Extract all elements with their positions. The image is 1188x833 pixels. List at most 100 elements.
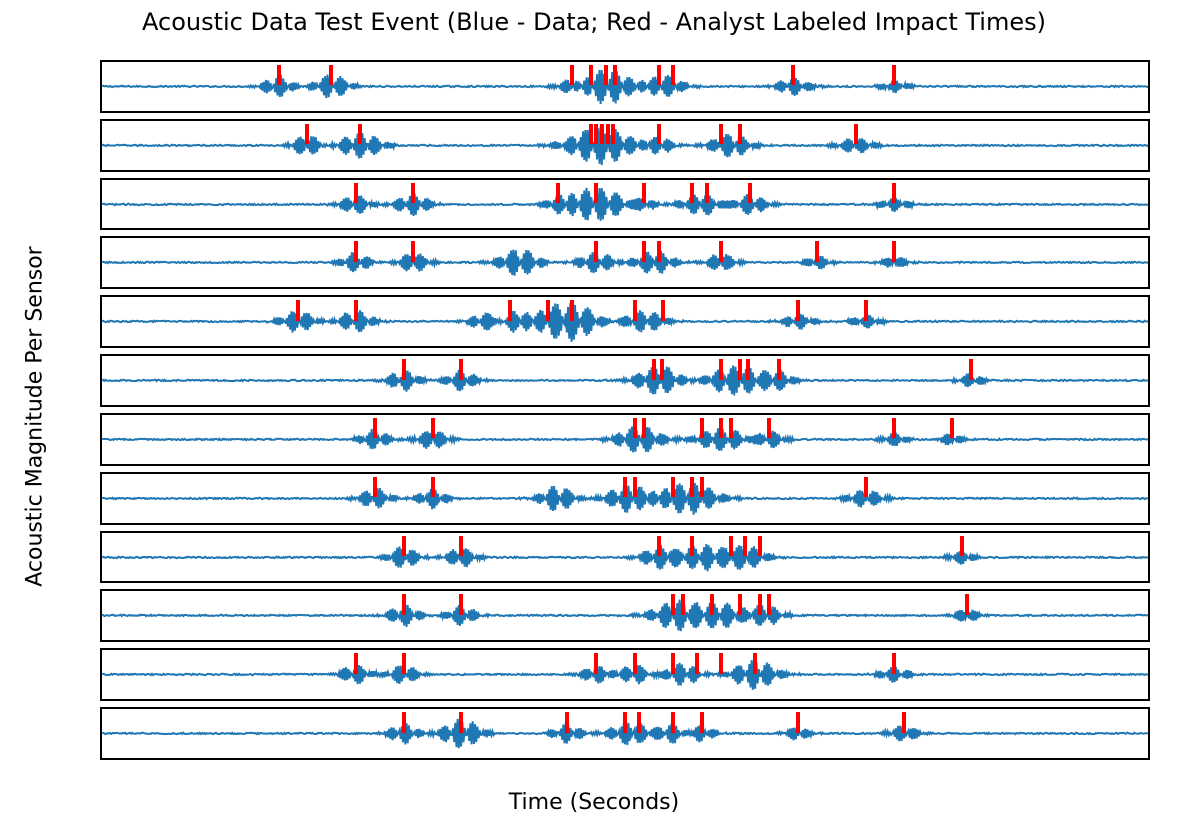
waveform-7: [102, 415, 1148, 464]
impact-marker: [411, 183, 415, 204]
impact-marker: [777, 359, 781, 380]
impact-marker: [671, 653, 675, 674]
impact-marker: [700, 712, 704, 733]
impact-marker: [606, 124, 610, 145]
impact-marker: [411, 241, 415, 262]
impact-marker: [633, 653, 637, 674]
waveform-9: [102, 533, 1148, 582]
impact-marker: [690, 477, 694, 498]
impact-marker: [459, 594, 463, 615]
impact-marker: [854, 124, 858, 145]
sensor-panel-12: [100, 707, 1150, 760]
impact-marker: [758, 536, 762, 557]
impact-marker: [661, 300, 665, 321]
waveform-1: [102, 62, 1148, 111]
waveform-10: [102, 591, 1148, 640]
impact-marker: [373, 418, 377, 439]
impact-marker: [589, 65, 593, 86]
impact-marker: [594, 183, 598, 204]
impact-marker: [589, 124, 593, 145]
impact-marker: [815, 241, 819, 262]
impact-marker: [965, 594, 969, 615]
impact-marker: [642, 183, 646, 204]
impact-marker: [277, 65, 281, 86]
impact-marker: [864, 300, 868, 321]
impact-marker: [950, 418, 954, 439]
sensor-panel-5: [100, 295, 1150, 348]
waveform-3: [102, 180, 1148, 229]
impact-marker: [767, 418, 771, 439]
impact-marker: [710, 594, 714, 615]
impact-marker: [431, 418, 435, 439]
waveform-2: [102, 121, 1148, 170]
impact-marker: [700, 477, 704, 498]
impact-marker: [459, 712, 463, 733]
impact-marker: [864, 477, 868, 498]
impact-marker: [690, 183, 694, 204]
waveform-5: [102, 297, 1148, 346]
impact-marker: [671, 594, 675, 615]
impact-marker: [748, 183, 752, 204]
sensor-panel-4: [100, 236, 1150, 289]
impact-marker: [719, 359, 723, 380]
impact-marker: [960, 536, 964, 557]
impact-marker: [705, 183, 709, 204]
impact-marker: [892, 653, 896, 674]
impact-marker: [681, 594, 685, 615]
impact-marker: [354, 300, 358, 321]
impact-marker: [637, 712, 641, 733]
sensor-panel-8: [100, 472, 1150, 525]
impact-marker: [652, 359, 656, 380]
impact-marker: [660, 359, 664, 380]
impact-marker: [791, 65, 795, 86]
impact-marker: [657, 241, 661, 262]
impact-marker: [402, 594, 406, 615]
impact-marker: [642, 241, 646, 262]
impact-marker: [729, 536, 733, 557]
impact-marker: [743, 536, 747, 557]
impact-marker: [594, 241, 598, 262]
impact-marker: [671, 712, 675, 733]
impact-marker: [565, 712, 569, 733]
sensor-panel-1: [100, 60, 1150, 113]
impact-marker: [738, 359, 742, 380]
chart-figure: Acoustic Data Test Event (Blue - Data; R…: [0, 0, 1188, 833]
impact-marker: [671, 477, 675, 498]
impact-marker: [746, 359, 750, 380]
impact-marker: [623, 712, 627, 733]
impact-marker: [969, 359, 973, 380]
impact-marker: [623, 477, 627, 498]
impact-marker: [508, 300, 512, 321]
impact-marker: [373, 477, 377, 498]
sensor-panel-6: [100, 354, 1150, 407]
impact-marker: [354, 183, 358, 204]
x-axis-label: Time (Seconds): [0, 790, 1188, 815]
sensor-panel-2: [100, 119, 1150, 172]
impact-marker: [570, 300, 574, 321]
impact-marker: [358, 124, 362, 145]
impact-marker: [296, 300, 300, 321]
impact-marker: [556, 183, 560, 204]
impact-marker: [431, 477, 435, 498]
impact-marker: [796, 712, 800, 733]
y-axis-label: Acoustic Magnitude Per Sensor: [20, 0, 50, 833]
impact-marker: [633, 477, 637, 498]
impact-marker: [611, 124, 615, 145]
impact-marker: [546, 300, 550, 321]
chart-title: Acoustic Data Test Event (Blue - Data; R…: [0, 8, 1188, 36]
impact-marker: [758, 594, 762, 615]
impact-marker: [738, 124, 742, 145]
impact-marker: [570, 65, 574, 86]
impact-marker: [719, 124, 723, 145]
impact-marker: [719, 418, 723, 439]
impact-marker: [613, 65, 617, 86]
impact-marker: [902, 712, 906, 733]
impact-marker: [700, 418, 704, 439]
impact-marker: [796, 300, 800, 321]
impact-marker: [594, 653, 598, 674]
impact-marker: [633, 300, 637, 321]
waveform-6: [102, 356, 1148, 405]
impact-marker: [719, 653, 723, 674]
impact-marker: [690, 536, 694, 557]
impact-marker: [402, 359, 406, 380]
